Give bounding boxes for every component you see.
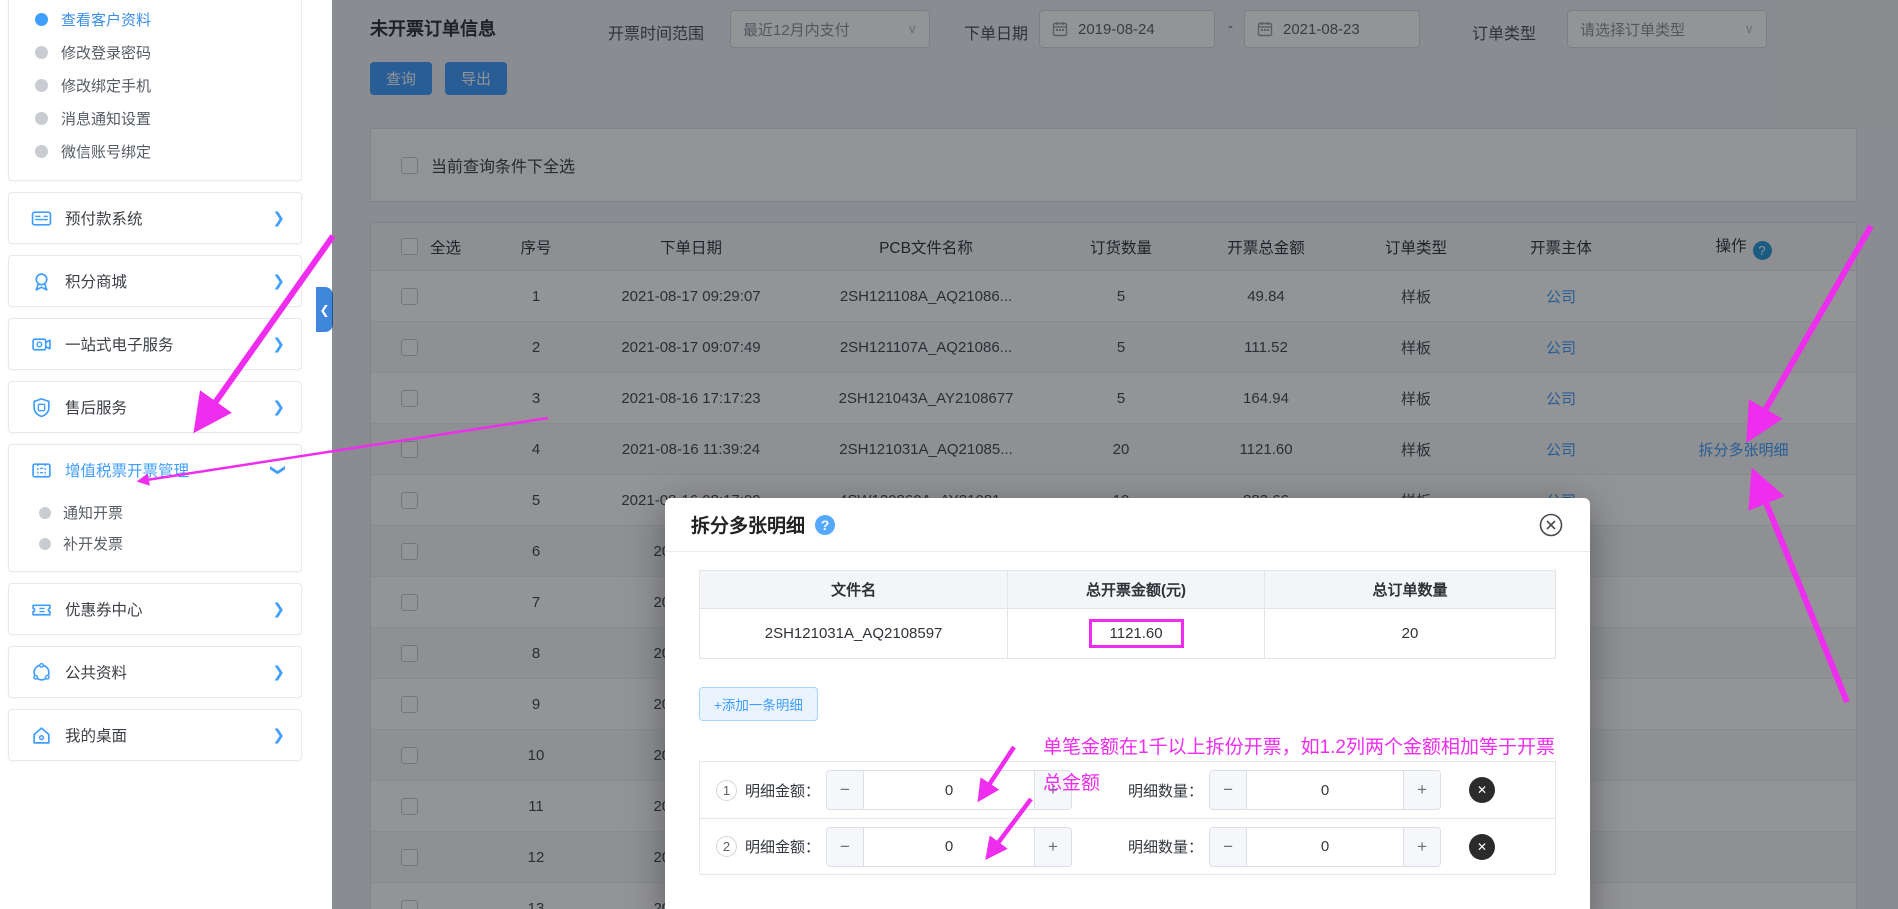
close-icon[interactable] [1538,512,1564,538]
summary-header-file: 文件名 [700,571,1008,609]
aftersales-shield-icon [29,395,53,419]
amount-highlight-box: 1121.60 [1089,619,1184,648]
detail-qty-label: 明细数量： [1128,836,1203,857]
chevron-right-icon: ❯ [272,398,285,416]
chevron-right-icon: ❯ [272,335,285,353]
chevron-right-icon: ❯ [272,272,285,290]
summary-file: 2SH121031A_AQ2108597 [700,609,1008,659]
detail-index-badge: 2 [716,836,737,857]
bullet-icon [39,538,51,550]
bullet-icon [39,507,51,519]
summary-qty: 20 [1264,609,1555,659]
sidebar-item-my-desktop[interactable]: 我的桌面 ❯ [9,710,301,760]
desktop-home-icon [29,723,53,747]
sidebar-item-vat-invoice-mgmt[interactable]: 增值税票开票管理 ❯ [9,445,301,495]
eservice-box-icon [29,332,53,356]
modal-header: 拆分多张明细 ? [665,498,1590,552]
amount-stepper: − 0 + [826,827,1072,867]
modal-body: 文件名 总开票金额(元) 总订单数量 2SH121031A_AQ2108597 … [665,552,1590,875]
section-prepaid: 预付款系统 ❯ [8,192,302,244]
amount-input[interactable]: 0 [863,771,1035,809]
bullet-icon [35,112,48,125]
chevron-right-icon: ❯ [272,726,285,744]
chevron-right-icon: ❯ [272,600,285,618]
bullet-icon [35,46,48,59]
amount-input[interactable]: 0 [863,828,1035,866]
bullet-icon [35,79,48,92]
section-public: 公共资料 ❯ [8,646,302,698]
page: 未开票订单信息 开票时间范围 最近12月内支付 ∨ 下单日期 2019-08-2… [0,0,1898,909]
account-menu-card: 查看客户资料 修改登录密码 修改绑定手机 消息通知设置 微信账号绑定 [8,0,302,181]
sidebar-item-notification-settings[interactable]: 消息通知设置 [9,102,301,135]
section-eservice: 一站式电子服务 ❯ [8,318,302,370]
section-points: 积分商城 ❯ [8,255,302,307]
amount-stepper: − 0 + [826,770,1072,810]
minus-button[interactable]: − [827,771,863,809]
chevron-right-icon: ❯ [272,209,285,227]
plus-button[interactable]: + [1404,828,1440,866]
vat-submenu: 通知开票 补开发票 [9,495,301,571]
invoice-summary-table: 文件名 总开票金额(元) 总订单数量 2SH121031A_AQ2108597 … [699,570,1556,659]
help-icon[interactable]: ? [815,515,835,535]
section-coupon: 优惠券中心 ❯ [8,583,302,635]
bullet-icon [35,13,48,26]
qty-stepper: − 0 + [1209,827,1441,867]
annotation-note: 单笔金额在1千以上拆份开票，如1.2列两个金额相加等于开票总金额 [1043,730,1571,802]
prepaid-card-icon [29,206,53,230]
plus-button[interactable]: + [1035,828,1071,866]
sidebar-item-one-stop-eservice[interactable]: 一站式电子服务 ❯ [9,319,301,369]
summary-amount-cell: 1121.60 [1008,609,1265,659]
sidebar-item-after-sales[interactable]: 售后服务 ❯ [9,382,301,432]
sidebar-item-change-password[interactable]: 修改登录密码 [9,36,301,69]
sidebar: 查看客户资料 修改登录密码 修改绑定手机 消息通知设置 微信账号绑定 [0,0,332,909]
minus-button[interactable]: − [1210,828,1246,866]
chevron-right-icon: ❯ [272,663,285,681]
add-detail-button[interactable]: +添加一条明细 [699,687,818,721]
summary-header-qty: 总订单数量 [1264,571,1555,609]
detail-amount-label: 明细金额： [745,836,820,857]
sidebar-item-change-phone[interactable]: 修改绑定手机 [9,69,301,102]
sidebar-collapse-tab[interactable]: ❮ [316,287,333,332]
vat-invoice-icon [29,458,53,482]
detail-row-2: 2 明细金额： − 0 + 明细数量： − 0 + ✕ [700,818,1555,874]
section-desktop: 我的桌面 ❯ [8,709,302,761]
split-invoice-modal: 拆分多张明细 ? 文件名 总开票金额(元) 总订单数量 2SH121031A_A… [665,498,1590,909]
modal-title: 拆分多张明细 [691,511,805,538]
sidebar-item-view-profile[interactable]: 查看客户资料 [9,3,301,36]
sidebar-item-notify-invoicing[interactable]: 通知开票 [9,497,301,528]
summary-header-amount: 总开票金额(元) [1008,571,1265,609]
section-vat-invoice: 增值税票开票管理 ❯ 通知开票 补开发票 [8,444,302,572]
bullet-icon [35,145,48,158]
sidebar-item-wechat-binding[interactable]: 微信账号绑定 [9,135,301,168]
coupon-ticket-icon [29,597,53,621]
qty-input[interactable]: 0 [1246,828,1404,866]
section-aftersales: 售后服务 ❯ [8,381,302,433]
sidebar-item-prepaid-system[interactable]: 预付款系统 ❯ [9,193,301,243]
minus-button[interactable]: − [827,828,863,866]
remove-detail-button[interactable]: ✕ [1469,834,1495,860]
detail-index-badge: 1 [716,780,737,801]
sidebar-item-reissue-invoice[interactable]: 补开发票 [9,528,301,559]
public-share-icon [29,660,53,684]
detail-amount-label: 明细金额： [745,780,820,801]
sidebar-item-coupon-center[interactable]: 优惠券中心 ❯ [9,584,301,634]
chevron-down-icon: ❯ [272,461,285,479]
sidebar-item-points-mall[interactable]: 积分商城 ❯ [9,256,301,306]
sidebar-item-public-info[interactable]: 公共资料 ❯ [9,647,301,697]
points-medal-icon [29,269,53,293]
